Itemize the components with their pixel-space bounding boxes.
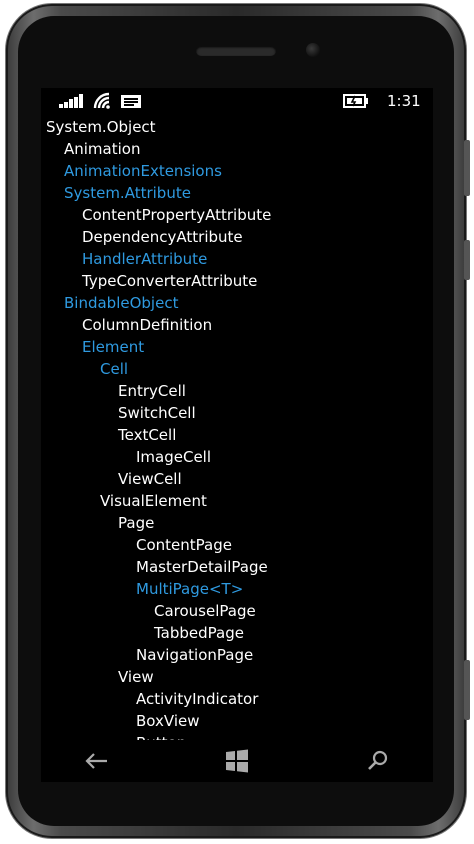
tree-item: System.Object [46,118,156,136]
tree-item[interactable]: System.Attribute [64,182,191,204]
tree-item[interactable]: MultiPage<T> [136,578,243,600]
tree-item[interactable]: Cell [100,358,128,380]
tree-item: BoxView [136,712,200,730]
front-camera [306,43,320,57]
message-icon [121,95,141,108]
tree-item: Button [136,732,186,740]
tree-item[interactable]: AnimationExtensions [64,160,222,182]
volume-button [464,140,470,196]
tree-item[interactable]: BindableObject [64,292,178,314]
tree-item: ImageCell [136,448,212,466]
tree-item: TabbedPage [154,624,244,642]
screen: 1:31 System.Object Animation AnimationExte… [41,88,433,740]
tree-item: ContentPropertyAttribute [82,206,272,224]
tree-item[interactable]: HandlerAttribute [82,248,207,270]
tree-item: EntryCell [118,382,186,400]
signal-bars-icon [59,94,85,108]
tree-item: NavigationPage [136,646,254,664]
tree-item: VisualElement [100,492,207,510]
tree-item: CarouselPage [154,602,256,620]
tree-item: ContentPage [136,536,232,554]
search-icon[interactable] [357,746,397,776]
camera-button [464,660,470,720]
windows-start-icon[interactable] [217,746,257,776]
back-icon[interactable] [77,746,117,776]
battery-charging-icon [343,94,368,108]
navigation-bar [41,740,433,782]
status-bar: 1:31 [41,88,433,116]
tree-item: View [118,668,154,686]
earpiece-speaker [196,46,276,56]
wifi-icon [93,92,110,109]
power-button [464,240,470,280]
tree-item: ActivityIndicator [136,690,259,708]
tree-item: SwitchCell [118,404,196,422]
tree-item: ViewCell [118,470,182,488]
tree-item: ColumnDefinition [82,316,213,334]
tree-item: DependencyAttribute [82,228,243,246]
tree-item[interactable]: Element [82,336,144,358]
tree-item: TextCell [118,426,177,444]
tree-item: MasterDetailPage [136,558,268,576]
tree-item: Page [118,514,155,532]
tree-item: TypeConverterAttribute [82,272,258,290]
clock-time: 1:31 [387,92,421,110]
tree-item: Animation [64,140,141,158]
